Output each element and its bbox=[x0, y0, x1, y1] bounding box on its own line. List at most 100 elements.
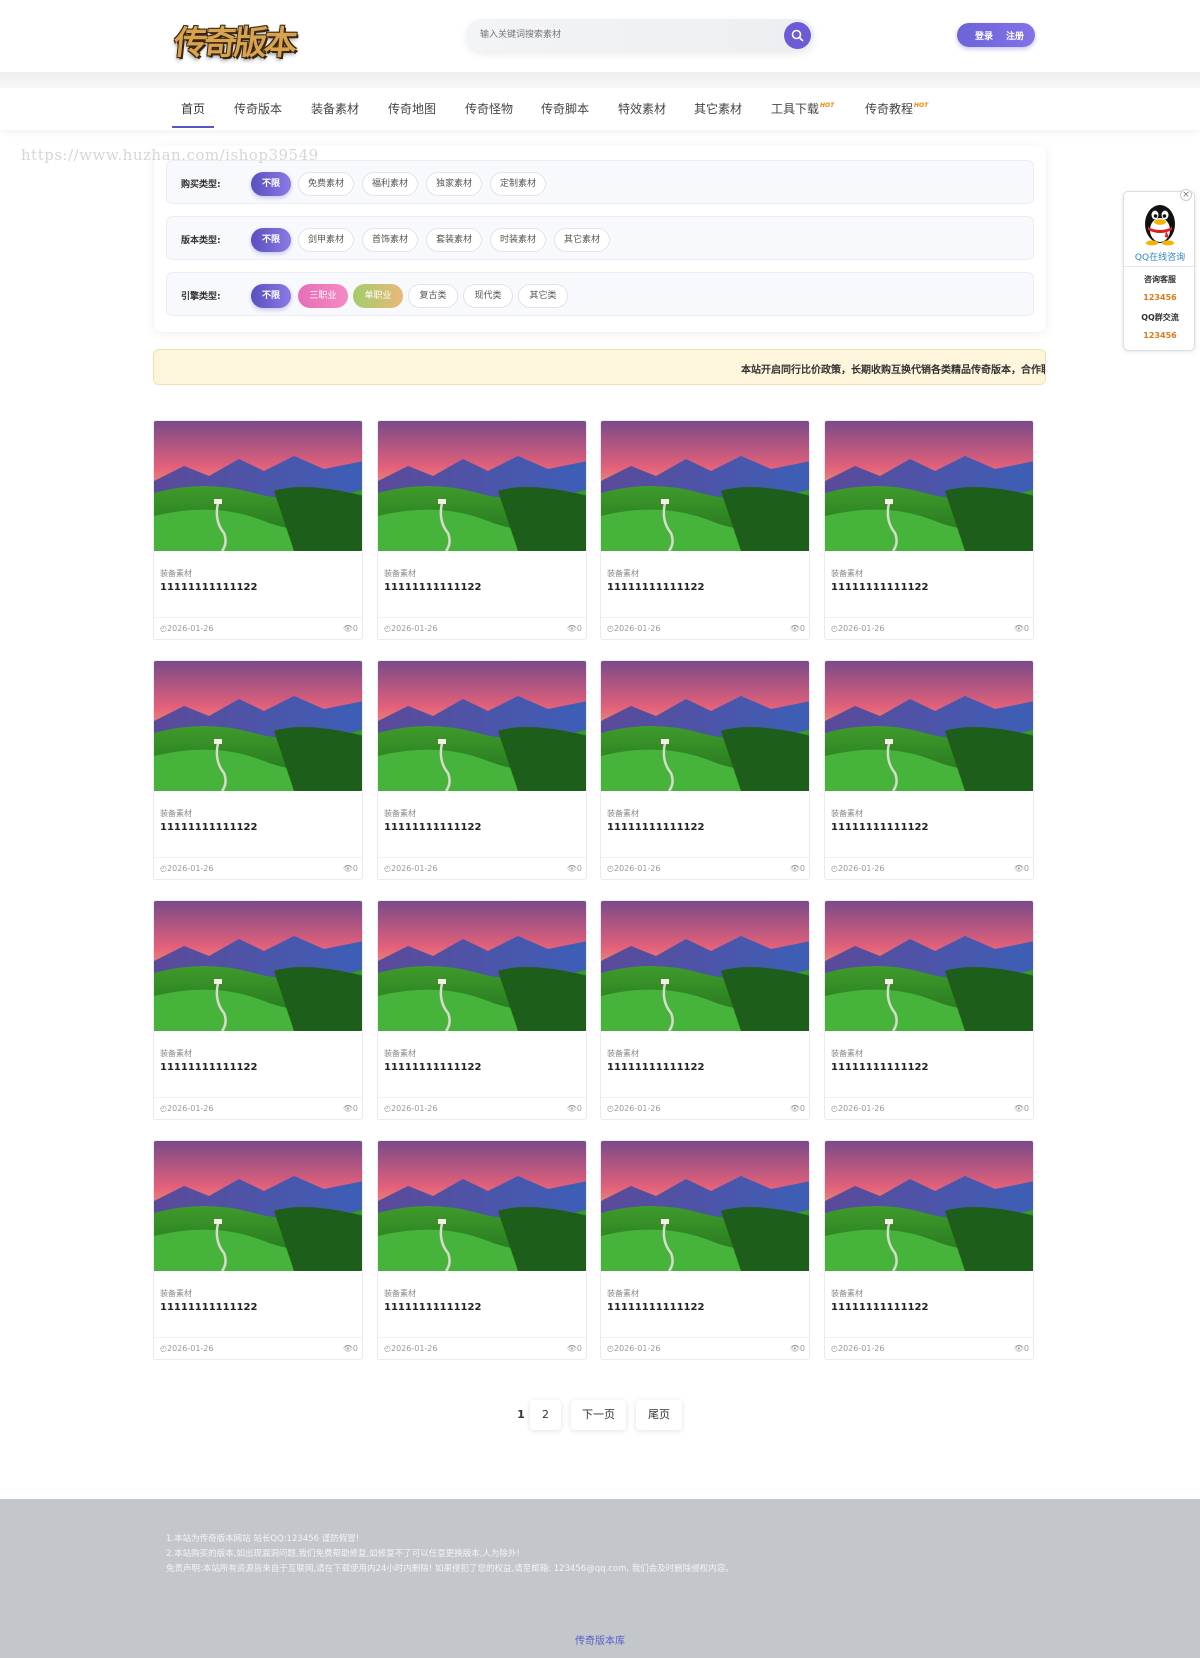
filter-chip[interactable]: 套装素材 bbox=[426, 228, 482, 252]
filter-chip[interactable]: 其它素材 bbox=[554, 228, 610, 252]
filter-chip[interactable]: 首饰素材 bbox=[362, 228, 418, 252]
filter-chip[interactable]: 不限 bbox=[251, 172, 291, 196]
resource-card[interactable]: 装备素材 11111111111122 ◴2026-01-26 👁0 bbox=[377, 1140, 587, 1360]
card-title[interactable]: 11111111111122 bbox=[384, 822, 481, 833]
date-value: 2026-01-26 bbox=[613, 1344, 661, 1353]
qq-consult-link[interactable]: QQ在线咨询 bbox=[1124, 250, 1196, 263]
filter-chip[interactable]: 免费素材 bbox=[298, 172, 354, 196]
card-title[interactable]: 11111111111122 bbox=[607, 1302, 704, 1313]
register-button[interactable]: 注册 bbox=[1006, 29, 1024, 42]
search-button[interactable] bbox=[784, 22, 811, 49]
resource-card[interactable]: 装备素材 11111111111122 ◴2026-01-26 👁0 bbox=[153, 660, 363, 880]
resource-card[interactable]: 装备素材 11111111111122 ◴2026-01-26 👁0 bbox=[153, 420, 363, 640]
nav-item-tools[interactable]: 工具下载HOT bbox=[771, 100, 834, 117]
card-footer: ◴2026-01-26 👁0 bbox=[825, 1097, 1033, 1119]
search-input[interactable] bbox=[480, 25, 760, 45]
nav-item-effects[interactable]: 特效素材 bbox=[618, 100, 666, 117]
eye-icon: 👁 bbox=[789, 624, 800, 633]
card-views: 👁0 bbox=[1014, 624, 1029, 633]
nav-label: 传奇怪物 bbox=[465, 102, 514, 116]
filter-chip[interactable]: 剑甲素材 bbox=[298, 228, 354, 252]
resource-card[interactable]: 装备素材 11111111111122 ◴2026-01-26 👁0 bbox=[377, 420, 587, 640]
card-title[interactable]: 11111111111122 bbox=[831, 1062, 928, 1073]
resource-card[interactable]: 装备素材 11111111111122 ◴2026-01-26 👁0 bbox=[824, 1140, 1034, 1360]
views-value: 0 bbox=[352, 1344, 358, 1353]
nav-item-equipment[interactable]: 装备素材 bbox=[311, 100, 359, 117]
group-number[interactable]: 123456 bbox=[1124, 331, 1196, 340]
views-value: 0 bbox=[352, 1104, 358, 1113]
clock-icon: ◴ bbox=[831, 1344, 838, 1353]
filter-chip[interactable]: 三职业 bbox=[298, 284, 348, 308]
date-value: 2026-01-26 bbox=[390, 1344, 438, 1353]
filter-chip[interactable]: 不限 bbox=[251, 284, 291, 308]
card-category: 装备素材 bbox=[607, 809, 639, 818]
date-value: 2026-01-26 bbox=[390, 624, 438, 633]
card-title[interactable]: 11111111111122 bbox=[384, 1062, 481, 1073]
last-page-button[interactable]: 尾页 bbox=[636, 1400, 682, 1430]
filter-row-purchase: 购买类型: 不限 免费素材 福利素材 独家素材 定制素材 bbox=[166, 160, 1034, 204]
card-title[interactable]: 11111111111122 bbox=[607, 822, 704, 833]
nav-item-versions[interactable]: 传奇版本 bbox=[234, 100, 282, 117]
card-title[interactable]: 11111111111122 bbox=[160, 1062, 257, 1073]
card-title[interactable]: 11111111111122 bbox=[831, 822, 928, 833]
resource-card[interactable]: 装备素材 11111111111122 ◴2026-01-26 👁0 bbox=[600, 660, 810, 880]
nav-item-maps[interactable]: 传奇地图 bbox=[388, 100, 436, 117]
service-number[interactable]: 123456 bbox=[1124, 293, 1196, 302]
resource-card[interactable]: 装备素材 11111111111122 ◴2026-01-26 👁0 bbox=[153, 1140, 363, 1360]
filter-chip[interactable]: 独家素材 bbox=[426, 172, 482, 196]
filter-chip[interactable]: 单职业 bbox=[353, 284, 403, 308]
filter-chip[interactable]: 其它类 bbox=[518, 284, 568, 308]
nav-label: 工具下载 bbox=[771, 102, 820, 116]
card-title[interactable]: 11111111111122 bbox=[160, 822, 257, 833]
nav-item-home[interactable]: 首页 bbox=[181, 100, 205, 117]
resource-card[interactable]: 装备素材 11111111111122 ◴2026-01-26 👁0 bbox=[153, 900, 363, 1120]
nav-item-monsters[interactable]: 传奇怪物 bbox=[465, 100, 513, 117]
filter-chip[interactable]: 不限 bbox=[251, 228, 291, 252]
group-heading: QQ群交流 bbox=[1141, 313, 1179, 322]
card-title[interactable]: 11111111111122 bbox=[160, 582, 257, 593]
card-footer: ◴2026-01-26 👁0 bbox=[154, 857, 362, 879]
filter-chip[interactable]: 福利素材 bbox=[362, 172, 418, 196]
filter-chip[interactable]: 定制素材 bbox=[490, 172, 546, 196]
page-2-button[interactable]: 2 bbox=[530, 1400, 561, 1430]
card-title[interactable]: 11111111111122 bbox=[160, 1302, 257, 1313]
footer-brand-link[interactable]: 传奇版本库 bbox=[0, 1632, 1200, 1647]
nav-label: 传奇脚本 bbox=[541, 102, 590, 116]
qq-penguin-icon[interactable] bbox=[1138, 200, 1182, 246]
resource-card[interactable]: 装备素材 11111111111122 ◴2026-01-26 👁0 bbox=[824, 420, 1034, 640]
card-title[interactable]: 11111111111122 bbox=[831, 1302, 928, 1313]
resource-card[interactable]: 装备素材 11111111111122 ◴2026-01-26 👁0 bbox=[377, 900, 587, 1120]
resource-card[interactable]: 装备素材 11111111111122 ◴2026-01-26 👁0 bbox=[600, 900, 810, 1120]
resource-card[interactable]: 装备素材 11111111111122 ◴2026-01-26 👁0 bbox=[600, 1140, 810, 1360]
card-title[interactable]: 11111111111122 bbox=[607, 1062, 704, 1073]
clock-icon: ◴ bbox=[160, 864, 167, 873]
site-logo[interactable]: 传奇版本库 bbox=[167, 12, 320, 110]
thumbnail-image bbox=[378, 421, 586, 551]
resource-card[interactable]: 装备素材 11111111111122 ◴2026-01-26 👁0 bbox=[824, 660, 1034, 880]
filter-chip[interactable]: 复古类 bbox=[408, 284, 458, 308]
card-date: ◴2026-01-26 bbox=[831, 864, 884, 873]
nav-item-tutorials[interactable]: 传奇教程HOT bbox=[865, 100, 928, 117]
filter-chip[interactable]: 时装素材 bbox=[490, 228, 546, 252]
card-footer: ◴2026-01-26 👁0 bbox=[601, 1097, 809, 1119]
card-title[interactable]: 11111111111122 bbox=[831, 582, 928, 593]
card-title[interactable]: 11111111111122 bbox=[384, 1302, 481, 1313]
next-page-button[interactable]: 下一页 bbox=[571, 1400, 626, 1430]
card-views: 👁0 bbox=[567, 624, 582, 633]
card-category: 装备素材 bbox=[384, 1049, 416, 1058]
thumbnail-image bbox=[601, 901, 809, 1031]
card-title[interactable]: 11111111111122 bbox=[607, 582, 704, 593]
clock-icon: ◴ bbox=[607, 1344, 614, 1353]
nav-active-indicator bbox=[172, 126, 214, 128]
filter-chip[interactable]: 现代类 bbox=[463, 284, 513, 308]
card-date: ◴2026-01-26 bbox=[831, 624, 884, 633]
nav-item-scripts[interactable]: 传奇脚本 bbox=[541, 100, 589, 117]
card-date: ◴2026-01-26 bbox=[831, 1104, 884, 1113]
resource-card[interactable]: 装备素材 11111111111122 ◴2026-01-26 👁0 bbox=[824, 900, 1034, 1120]
nav-item-other[interactable]: 其它素材 bbox=[694, 100, 742, 117]
resource-card[interactable]: 装备素材 11111111111122 ◴2026-01-26 👁0 bbox=[600, 420, 810, 640]
resource-card[interactable]: 装备素材 11111111111122 ◴2026-01-26 👁0 bbox=[377, 660, 587, 880]
clock-icon: ◴ bbox=[607, 864, 614, 873]
login-button[interactable]: 登录 bbox=[975, 29, 993, 42]
card-title[interactable]: 11111111111122 bbox=[384, 582, 481, 593]
